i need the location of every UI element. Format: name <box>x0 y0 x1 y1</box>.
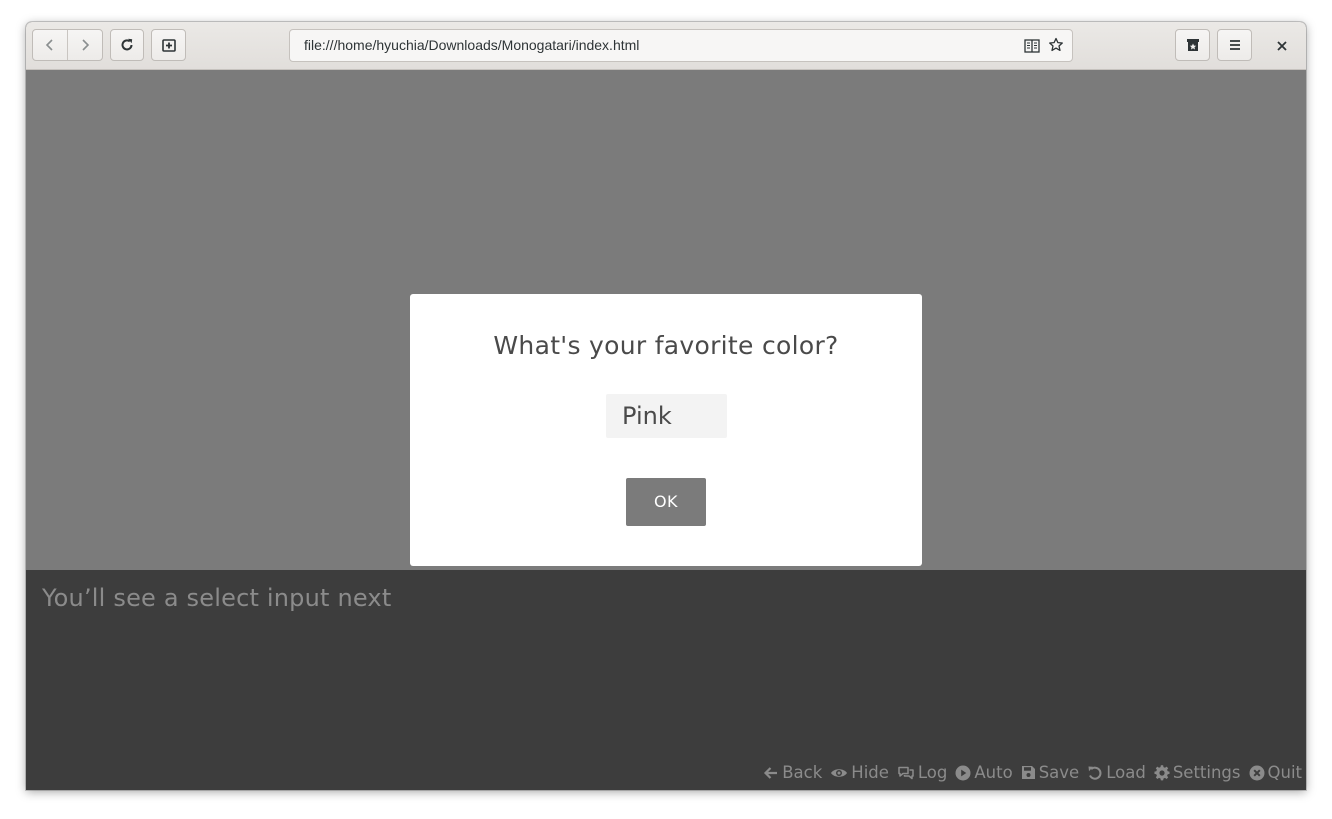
quick-menu-save-button[interactable]: Save <box>1021 763 1080 782</box>
quick-menu-log-button[interactable]: Log <box>897 763 947 782</box>
eye-icon <box>831 768 848 777</box>
quick-menu-label: Back <box>782 763 823 782</box>
bookmark-star-icon[interactable] <box>1048 37 1064 57</box>
dialog-text: You’ll see a select input next <box>42 584 392 612</box>
quick-menu-label: Settings <box>1172 763 1241 782</box>
close-window-button[interactable] <box>1271 35 1293 57</box>
browser-window: file:///home/hyuchia/Downloads/Monogatar… <box>26 22 1306 790</box>
chat-bubbles-icon <box>898 766 914 779</box>
arrow-left-icon <box>764 766 778 779</box>
url-text: file:///home/hyuchia/Downloads/Monogatar… <box>304 37 640 53</box>
reload-button[interactable] <box>110 29 144 61</box>
reload-icon <box>121 38 133 51</box>
color-select[interactable]: Pink <box>606 394 727 438</box>
modal-question: What's your favorite color? <box>493 331 839 360</box>
quick-menu-settings-button[interactable]: Settings <box>1154 763 1241 782</box>
browser-toolbar: file:///home/hyuchia/Downloads/Monogatar… <box>26 22 1306 70</box>
bookmarks-icon <box>1186 39 1199 51</box>
chevron-left-icon <box>45 39 53 51</box>
close-icon <box>1277 41 1287 51</box>
quick-menu-label: Load <box>1106 763 1146 782</box>
dialog-textbox: You’ll see a select input next Back Hide <box>26 570 1306 790</box>
new-tab-button[interactable] <box>151 29 186 61</box>
address-bar[interactable]: file:///home/hyuchia/Downloads/Monogatar… <box>289 29 1073 62</box>
choice-modal: What's your favorite color? Pink OK <box>410 294 922 566</box>
reader-mode-icon[interactable] <box>1024 38 1040 57</box>
quick-menu-label: Auto <box>974 763 1013 782</box>
navigation-buttons <box>32 29 103 61</box>
hamburger-menu-icon <box>1229 40 1240 50</box>
quick-menu-label: Save <box>1038 763 1080 782</box>
ok-button[interactable]: OK <box>626 478 706 526</box>
quick-menu-label: Log <box>917 763 948 782</box>
undo-icon <box>1088 766 1102 780</box>
quick-menu-auto-button[interactable]: Auto <box>955 763 1013 782</box>
quick-menu-quit-button[interactable]: Quit <box>1249 763 1303 782</box>
quick-menu-back-button[interactable]: Back <box>763 763 822 782</box>
quick-menu-label: Quit <box>1267 763 1303 782</box>
menu-button[interactable] <box>1217 29 1252 61</box>
new-tab-icon <box>161 39 176 52</box>
floppy-disk-icon <box>1021 766 1035 779</box>
bookmarks-button[interactable] <box>1175 29 1210 61</box>
game-stage: What's your favorite color? Pink OK <box>26 70 1306 570</box>
quick-menu-label: Hide <box>851 763 889 782</box>
quick-menu-load-button[interactable]: Load <box>1087 763 1146 782</box>
play-circle-icon <box>955 765 971 780</box>
gear-icon <box>1154 764 1170 780</box>
quick-menu-hide-button[interactable]: Hide <box>830 763 889 782</box>
back-button[interactable] <box>33 30 67 60</box>
close-circle-icon <box>1249 765 1264 780</box>
chevron-right-icon <box>82 39 90 51</box>
quick-menu: Back Hide Log Auto Save Load Settings Qu… <box>763 763 1302 782</box>
forward-button[interactable] <box>67 30 102 60</box>
